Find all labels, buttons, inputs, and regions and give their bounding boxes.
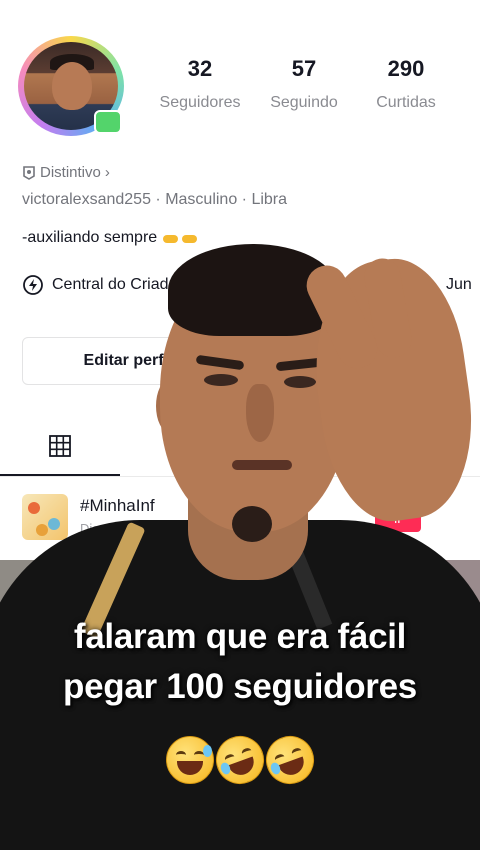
- join-link[interactable]: Jun: [414, 274, 472, 296]
- playlist-row[interactable]: #MinhaInf Dia ir: [0, 480, 480, 560]
- caption-line-1: falaram que era fácil: [73, 617, 407, 656]
- tent-icon: [414, 275, 438, 294]
- following-count: 57: [291, 56, 317, 81]
- playlist-title: #MinhaInf: [80, 496, 155, 515]
- following-stat[interactable]: 57: [272, 56, 336, 82]
- likes-label: Curtidas: [376, 94, 436, 111]
- sweat-smile-emoji-icon: [166, 736, 214, 784]
- creator-center-link[interactable]: Central do Criador: [22, 274, 183, 296]
- pointing-hands-icon: [162, 234, 197, 243]
- edit-profile-button[interactable]: Editar perfil: [22, 337, 234, 385]
- likes-label-wrap: Curtidas: [356, 94, 456, 112]
- followers-count: 32: [187, 56, 213, 81]
- instagram-button[interactable]: [412, 337, 460, 385]
- followers-label: Seguidores: [159, 94, 241, 111]
- share-profile-fragment[interactable]: go: [348, 351, 368, 369]
- caption-line-2: pegar 100 seguidores: [63, 667, 417, 706]
- avatar-decoration-icon: [94, 110, 122, 134]
- playlist-thumbnail: [22, 494, 68, 540]
- bio-text: -auxiliando sempre: [22, 229, 158, 246]
- lightning-circle-icon: [23, 275, 43, 295]
- badge-icon: [23, 165, 35, 180]
- content-tabs: [0, 418, 480, 477]
- tab-videos[interactable]: [0, 418, 120, 476]
- video-caption: falaram que era fácil pegar 100 seguidor…: [0, 612, 480, 712]
- instagram-icon: [426, 351, 446, 371]
- playlist-subtitle: Dia: [80, 521, 100, 536]
- badge-link[interactable]: Distintivo ›: [22, 164, 110, 181]
- profile-meta: victoralexsand255 · Masculino · Libra: [22, 191, 288, 208]
- go-button[interactable]: ir: [375, 504, 421, 532]
- avatar-face: [52, 62, 92, 110]
- profile-bio: -auxiliando sempre: [22, 229, 198, 247]
- badge-label: Distintivo: [40, 164, 101, 181]
- bottom-bar: [0, 822, 480, 848]
- followers-stat[interactable]: 32: [168, 56, 232, 82]
- profile-page: 32 Seguidores 57 Seguindo 290 Curtidas D…: [0, 0, 480, 848]
- nav-dot-icon: [424, 830, 440, 846]
- rofl-emoji-icon: [259, 729, 321, 791]
- likes-count: 290: [387, 56, 425, 81]
- following-label: Seguindo: [270, 94, 338, 111]
- likes-stat[interactable]: 290: [374, 56, 438, 82]
- rofl-emoji-icon: [209, 729, 271, 791]
- following-label-wrap: Seguindo: [254, 94, 354, 112]
- caption-emojis: [166, 729, 321, 791]
- tools-link-fragment[interactable]: ras: [362, 277, 384, 295]
- followers-label-wrap: Seguidores: [150, 94, 250, 112]
- chevron-right-icon: ›: [104, 164, 110, 181]
- join-label: Jun: [446, 276, 472, 293]
- creator-center-label: Central do Criador: [52, 276, 183, 293]
- grid-icon: [49, 435, 71, 457]
